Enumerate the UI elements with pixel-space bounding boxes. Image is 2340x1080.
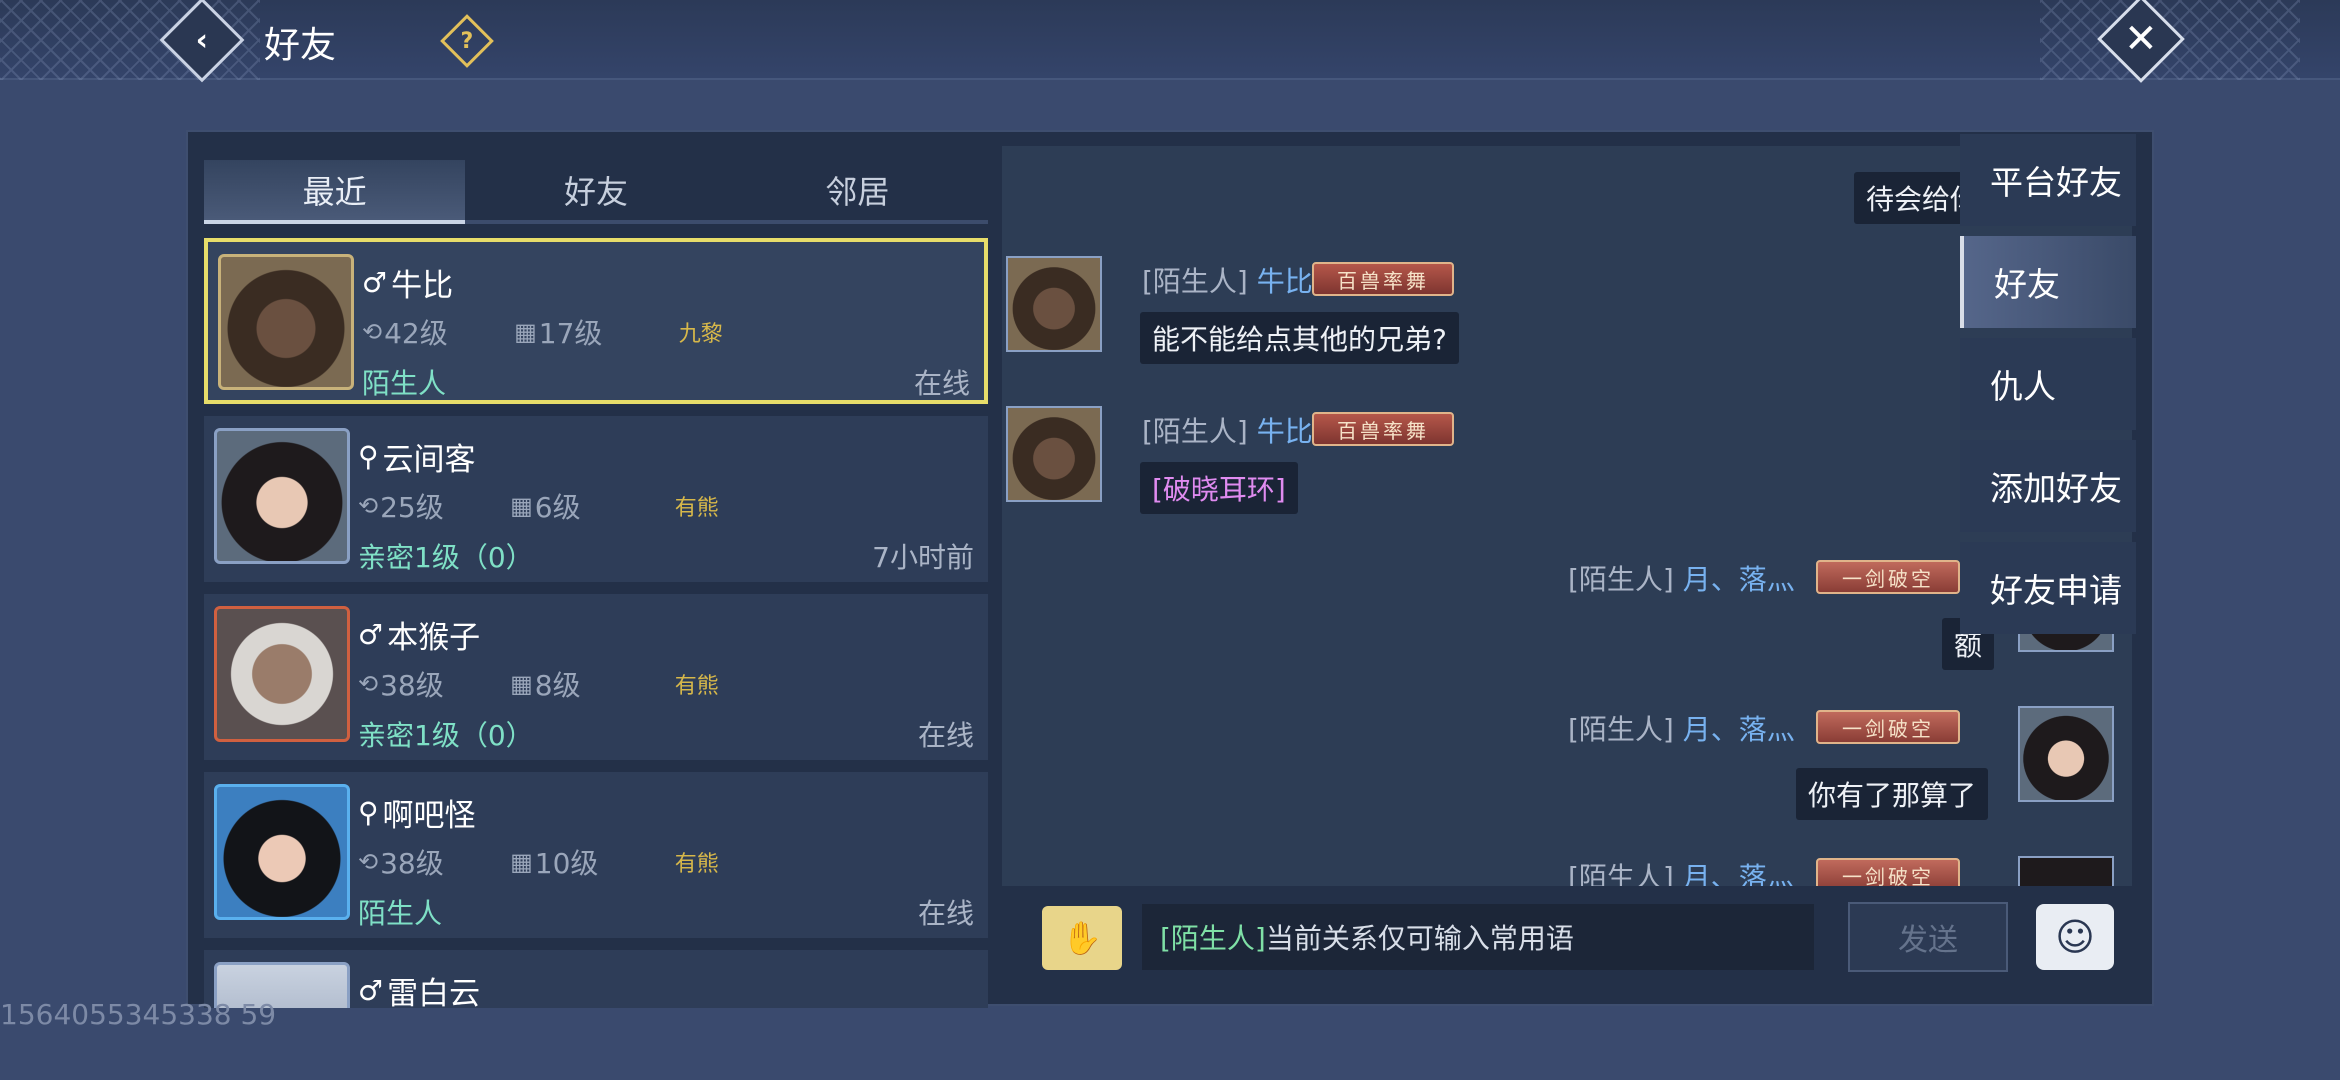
- level-icon: ⟲: [358, 670, 379, 698]
- sender-tag: [陌生人]: [1568, 563, 1674, 596]
- level-icon: ⟲: [358, 492, 379, 520]
- friend-rank: 10级: [534, 847, 599, 880]
- rank-icon: ▦: [514, 318, 537, 346]
- friend-item[interactable]: ♂ 本猴子 ⟲ 38级 ▦ 8级 有熊 亲密1级（0） 在线: [204, 594, 988, 760]
- rank-icon: ▦: [510, 492, 533, 520]
- menu-platform-friends[interactable]: 平台好友: [1960, 134, 2136, 226]
- watermark-id: 1564055345338 59: [0, 998, 277, 1031]
- level-icon: ⟲: [358, 848, 379, 876]
- friend-name: 牛比: [391, 268, 454, 304]
- sender-name[interactable]: 月、落灬: [1683, 563, 1795, 596]
- avatar[interactable]: [1006, 406, 1102, 502]
- sender-tag: [陌生人]: [1568, 861, 1674, 886]
- friend-tabs: 最近 好友 邻居: [204, 160, 988, 224]
- friend-level: 42级: [384, 317, 448, 350]
- sender-name[interactable]: 月、落灬: [1683, 861, 1795, 886]
- male-icon: ♂: [362, 266, 388, 299]
- search-icon: ⚲: [358, 796, 379, 829]
- level-icon: ⟲: [362, 318, 383, 346]
- friend-relation: 亲密1级（0）: [358, 541, 534, 574]
- friend-list[interactable]: ♂ 牛比 ⟲ 42级 ▦ 17级 九黎 陌生人 在线 ⚲ 云间客 ⟲ 25级 ▦…: [204, 238, 988, 1008]
- friend-sect: 九黎: [678, 322, 723, 347]
- friend-item[interactable]: ♂ 牛比 ⟲ 42级 ▦ 17级 九黎 陌生人 在线: [204, 238, 988, 404]
- side-menu: 平台好友 好友 仇人 添加好友 好友申请: [1960, 134, 2136, 644]
- quick-phrase-button[interactable]: ✋: [1042, 906, 1122, 970]
- title-badge: 一剑破空: [1816, 858, 1960, 886]
- friend-name: 啊吧怪: [382, 798, 476, 834]
- chat-bubble: 你有了那算了: [1796, 768, 1989, 820]
- rank-icon: ▦: [510, 670, 533, 698]
- sender-tag: [陌生人]: [1142, 415, 1248, 448]
- back-arrow-icon: ‹: [195, 22, 209, 58]
- tab-recent[interactable]: 最近: [204, 160, 466, 224]
- avatar: [214, 606, 350, 742]
- friend-sect: 有熊: [674, 674, 719, 699]
- friend-status: 7小时前: [872, 541, 974, 574]
- menu-friend-requests[interactable]: 好友申请: [1960, 542, 2136, 634]
- item-link[interactable]: [破晓耳环]: [1140, 462, 1298, 514]
- close-icon: ✕: [2124, 15, 2158, 62]
- avatar[interactable]: [1006, 256, 1102, 352]
- sender-name[interactable]: 牛比: [1257, 415, 1313, 448]
- friend-status: 在线: [913, 367, 970, 400]
- input-placeholder: 当前关系仅可输入常用语: [1265, 922, 1574, 955]
- menu-add-friend[interactable]: 添加好友: [1960, 440, 2136, 532]
- friend-level: 38级: [380, 847, 444, 880]
- chat-bubble: 能不能给点其他的兄弟?: [1140, 312, 1459, 364]
- question-icon: ?: [460, 28, 474, 54]
- avatar: [218, 254, 354, 390]
- friend-rank: 17级: [538, 317, 603, 350]
- friend-relation: 陌生人: [362, 367, 447, 400]
- menu-friends[interactable]: 好友: [1960, 236, 2136, 328]
- avatar[interactable]: [2018, 856, 2114, 886]
- smiley-icon: ☺: [2055, 915, 2095, 959]
- avatar: [214, 784, 350, 920]
- search-icon: ⚲: [358, 440, 379, 473]
- friend-relation: 陌生人: [358, 897, 443, 930]
- input-relation-tag: [陌生人]: [1160, 922, 1266, 955]
- avatar: [214, 428, 350, 564]
- friend-name: 雷白云: [387, 976, 481, 1008]
- send-button[interactable]: 发送: [1848, 902, 2008, 972]
- male-icon: ♂: [358, 618, 384, 651]
- avatar[interactable]: [2018, 706, 2114, 802]
- friend-name: 本猴子: [387, 620, 481, 656]
- sender-tag: [陌生人]: [1142, 265, 1248, 298]
- friend-sect: 有熊: [674, 852, 719, 877]
- friend-name: 云间客: [382, 442, 476, 478]
- emoji-button[interactable]: ☺: [2036, 904, 2114, 970]
- tab-neighbors[interactable]: 邻居: [726, 160, 988, 224]
- friend-status: 在线: [917, 719, 974, 752]
- menu-enemies[interactable]: 仇人: [1960, 338, 2136, 430]
- friend-sect: 有熊: [674, 496, 719, 521]
- friend-item[interactable]: ♂ 雷白云: [204, 950, 988, 1008]
- rank-icon: ▦: [510, 848, 533, 876]
- title-badge: 一剑破空: [1816, 710, 1960, 744]
- friend-status: 在线: [917, 897, 974, 930]
- title-badge: 一剑破空: [1816, 560, 1960, 594]
- friend-level: 38级: [380, 669, 444, 702]
- chat-input[interactable]: [陌生人] 当前关系仅可输入常用语: [1142, 904, 1814, 970]
- sender-name[interactable]: 月、落灬: [1683, 713, 1795, 746]
- page-title: 好友: [264, 25, 337, 66]
- friends-panel: 最近 好友 邻居 ♂ 牛比 ⟲ 42级 ▦ 17级 九黎 陌生人 在线 ⚲ 云间…: [186, 130, 2154, 1008]
- chat-input-bar: ✋ [陌生人] 当前关系仅可输入常用语 发送 ☺: [1002, 890, 2132, 1000]
- friend-level: 25级: [380, 491, 444, 524]
- hand-icon: ✋: [1062, 919, 1102, 957]
- sender-tag: [陌生人]: [1568, 713, 1674, 746]
- friend-relation: 亲密1级（0）: [358, 719, 534, 752]
- top-bar: ‹ 好友 ? ✕: [0, 0, 2340, 83]
- male-icon: ♂: [358, 974, 384, 1007]
- tab-friends[interactable]: 好友: [465, 160, 727, 224]
- friend-item[interactable]: ⚲ 云间客 ⟲ 25级 ▦ 6级 有熊 亲密1级（0） 7小时前: [204, 416, 988, 582]
- title-badge: 百兽率舞: [1312, 262, 1454, 296]
- friend-item[interactable]: ⚲ 啊吧怪 ⟲ 38级 ▦ 10级 有熊 陌生人 在线: [204, 772, 988, 938]
- friend-rank: 6级: [534, 491, 581, 524]
- help-button[interactable]: ?: [440, 14, 494, 68]
- title-badge: 百兽率舞: [1312, 412, 1454, 446]
- friend-rank: 8级: [534, 669, 581, 702]
- sender-name[interactable]: 牛比: [1257, 265, 1313, 298]
